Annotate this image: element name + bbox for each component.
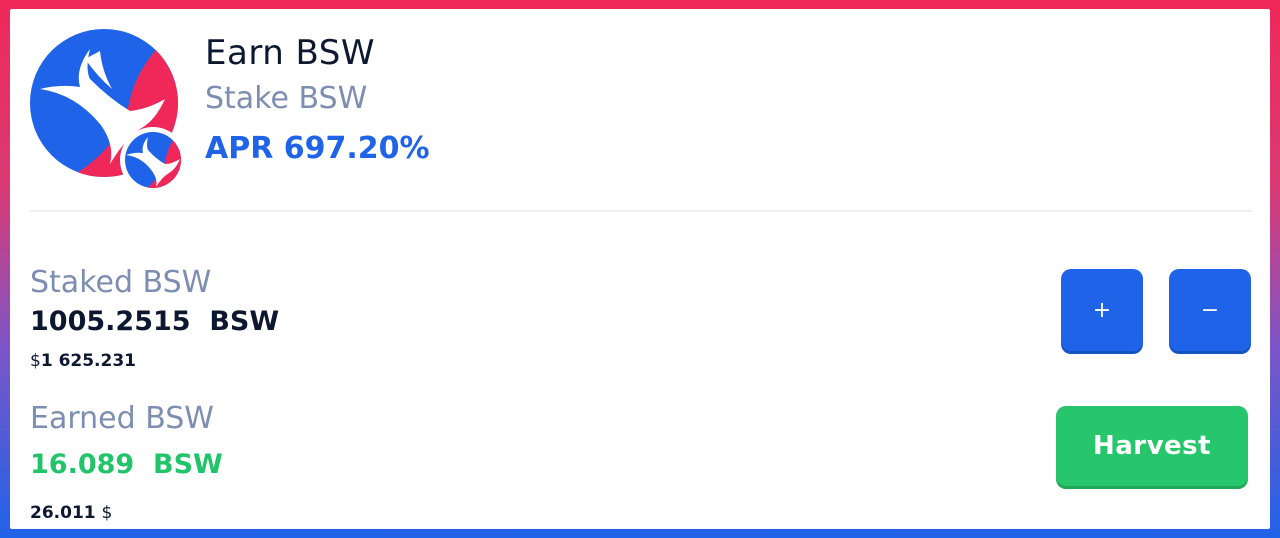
staked-label: Staked BSW <box>30 265 212 300</box>
earned-usd-symbol: $ <box>101 503 113 523</box>
staked-usd-symbol: $ <box>30 351 41 371</box>
pool-card: Earn BSW Stake BSW APR 697.20% Staked BS… <box>10 9 1270 529</box>
minus-icon: − <box>1200 297 1220 323</box>
staked-usd-number: 1 625.231 <box>40 351 137 371</box>
plus-icon: + <box>1092 297 1112 323</box>
bsw-token-icon <box>120 127 186 193</box>
pool-subtitle: Stake BSW <box>205 81 368 116</box>
stake-more-button[interactable]: + <box>1061 269 1143 351</box>
unstake-button[interactable]: − <box>1169 269 1251 351</box>
earned-amount: 16.089 BSW <box>30 449 223 480</box>
earned-label: Earned BSW <box>30 401 214 436</box>
apr-value: 697.20% <box>283 131 430 166</box>
apr-row: APR 697.20% <box>205 131 430 166</box>
earned-usd-number: 26.011 <box>30 503 96 523</box>
staked-amount: 1005.2515 BSW <box>30 306 280 337</box>
header-divider <box>30 210 1252 212</box>
earned-usd-value: 26.011 $ <box>30 503 112 523</box>
harvest-button[interactable]: Harvest <box>1056 406 1248 486</box>
pool-title: Earn BSW <box>205 33 375 73</box>
apr-label: APR <box>205 131 274 166</box>
staked-usd-value: $1 625.231 <box>30 351 136 371</box>
